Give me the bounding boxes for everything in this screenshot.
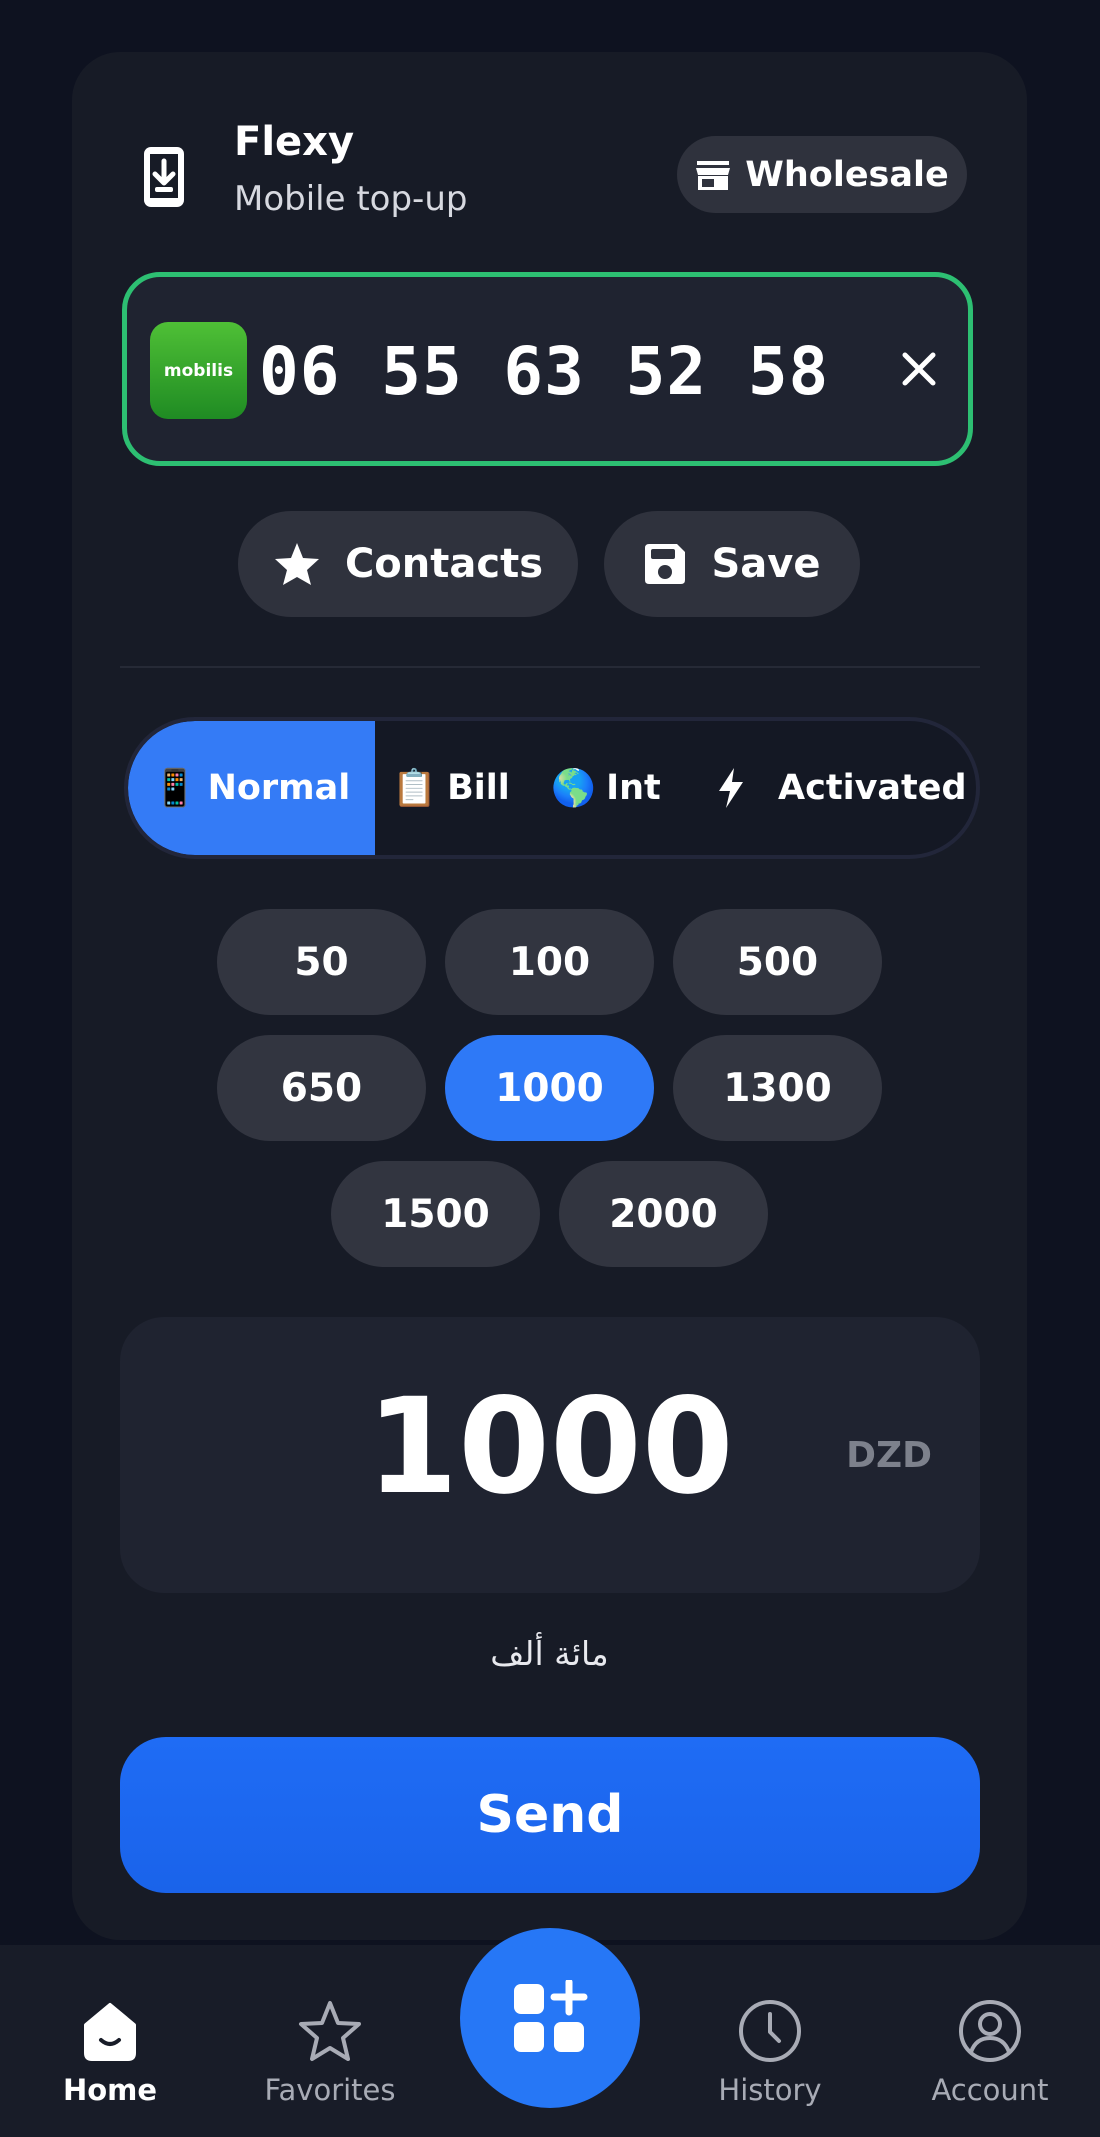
- nav-history-label: History: [718, 2073, 822, 2107]
- amount-option[interactable]: 500: [673, 909, 882, 1015]
- home-icon: [84, 2003, 136, 2061]
- nav-account[interactable]: Account: [920, 1945, 1060, 2137]
- nav-home-label: Home: [62, 2073, 158, 2107]
- save-button[interactable]: Save: [604, 511, 860, 617]
- tab-bill[interactable]: 📋 Bill: [386, 721, 516, 855]
- phone-icon: 📱: [152, 768, 198, 809]
- store-icon: [696, 160, 731, 190]
- app-title: Flexy: [234, 119, 355, 165]
- divider: [120, 666, 980, 668]
- send-button[interactable]: Send: [120, 1737, 980, 1893]
- amount-option[interactable]: 50: [217, 909, 426, 1015]
- download-phone-icon: [144, 147, 184, 207]
- amount-option[interactable]: 2000: [559, 1161, 768, 1267]
- amount-input[interactable]: 1000 DZD: [120, 1317, 980, 1593]
- tab-label: Bill: [447, 768, 510, 808]
- amount-option-selected[interactable]: 1000: [445, 1035, 654, 1141]
- wholesale-button[interactable]: Wholesale: [677, 136, 967, 213]
- operator-name: mobilis: [163, 360, 234, 381]
- app-subtitle: Mobile top-up: [234, 179, 468, 219]
- clipboard-icon: 📋: [392, 768, 438, 809]
- nav-history[interactable]: History: [710, 1945, 830, 2137]
- tab-label: Normal: [207, 768, 351, 808]
- operator-logo: mobilis: [150, 322, 247, 419]
- phone-number[interactable]: 06 55 63 52 58: [259, 327, 829, 417]
- amount-option[interactable]: 100: [445, 909, 654, 1015]
- user-circle-icon: [959, 2000, 1021, 2062]
- floppy-disk-icon: [645, 544, 686, 584]
- star-icon: [274, 543, 319, 585]
- tab-normal[interactable]: 📱 Normal: [128, 721, 375, 855]
- lightning-icon: [719, 768, 743, 808]
- clear-icon[interactable]: [887, 337, 951, 401]
- nav-favorites-label: Favorites: [264, 2073, 396, 2107]
- tab-int[interactable]: 🌎 Int: [526, 721, 686, 855]
- nav-account-label: Account: [931, 2073, 1049, 2107]
- add-widget-button[interactable]: [460, 1928, 640, 2108]
- topup-type-tabs: 📱 Normal 📋 Bill 🌎 Int Activated: [124, 717, 980, 859]
- amount-option[interactable]: 1500: [331, 1161, 540, 1267]
- currency-label: DZD: [846, 1435, 932, 1476]
- contacts-label: Contacts: [344, 541, 544, 587]
- wholesale-label: Wholesale: [745, 154, 949, 195]
- topup-card: Flexy Mobile top-up Wholesale mobilis 06…: [72, 52, 1027, 1940]
- tab-activated[interactable]: Activated: [716, 721, 976, 855]
- nav-home[interactable]: Home: [50, 1945, 170, 2137]
- tab-label: Int: [606, 768, 661, 808]
- save-label: Save: [711, 541, 821, 587]
- nav-favorites[interactable]: Favorites: [255, 1945, 405, 2137]
- amount-in-words: مائة ألف: [490, 1634, 609, 1673]
- clock-icon: [739, 2000, 801, 2062]
- tab-label: Activated: [778, 768, 967, 808]
- amount-option[interactable]: 1300: [673, 1035, 882, 1141]
- contacts-button[interactable]: Contacts: [238, 511, 578, 617]
- star-outline-icon: [299, 2001, 361, 2061]
- apps-add-icon: [514, 1980, 588, 2052]
- phone-input[interactable]: mobilis 06 55 63 52 58: [122, 272, 973, 466]
- globe-icon: 🌎: [551, 768, 597, 809]
- amount-option[interactable]: 650: [217, 1035, 426, 1141]
